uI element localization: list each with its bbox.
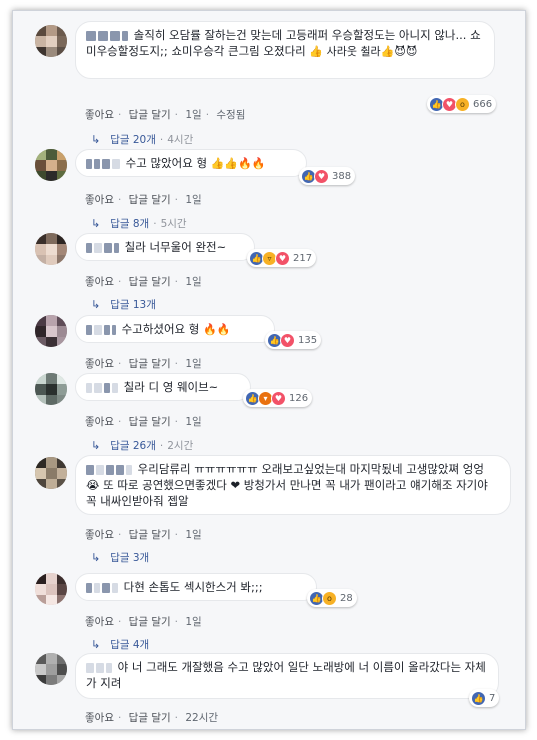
reaction-summary[interactable]: 👍 ▿ ♥ 217 — [247, 249, 317, 267]
like-button[interactable]: 좋아요 — [85, 109, 114, 121]
view-replies-link[interactable]: ↳ 답글 13개 — [91, 297, 156, 312]
reaction-summary[interactable]: 👍 7 — [469, 689, 500, 707]
comment-text: 우리담류리 ㅠㅠㅠㅠㅠㅠ 오래보고싶었는대 마지막됬네 고생많았쪄 엉엉 😭 또… — [86, 462, 488, 508]
comment-time[interactable]: 1일 — [185, 529, 201, 541]
like-button[interactable]: 좋아요 — [85, 712, 114, 724]
comment-actions: 좋아요 · 답글 달기 · 22시간 — [85, 712, 219, 724]
avatar[interactable] — [35, 457, 67, 489]
comment-text: 솔직히 오담률 잘하는건 맞는데 고등래퍼 우승할정도는 아니지 않나... 쇼… — [86, 28, 481, 58]
reaction-count: 388 — [332, 170, 352, 182]
love-reaction-icon: ♥ — [280, 332, 295, 348]
comment-text: 수고하셨어요 형 — [121, 322, 200, 336]
like-button[interactable]: 좋아요 — [85, 276, 114, 288]
like-button[interactable]: 좋아요 — [85, 616, 114, 628]
love-reaction-icon: ♥ — [275, 250, 290, 266]
comment-text: 야 너 그래도 개잘했음 수고 많았어 일단 노래방에 너 이름이 올라갔다는 … — [86, 660, 486, 690]
reply-button[interactable]: 답글 달기 — [129, 276, 171, 288]
comment-time[interactable]: 1일 — [185, 276, 201, 288]
reply-button[interactable]: 답글 달기 — [129, 529, 171, 541]
comment-text: 다현 손톱도 섹시한스거 봐;;; — [123, 580, 263, 594]
love-reaction-icon: ♥ — [314, 168, 329, 184]
comment-actions: 좋아요 · 답글 달기 · 1일 — [85, 529, 202, 541]
love-reaction-icon: ♥ — [271, 390, 286, 406]
reply-button[interactable]: 답글 달기 — [129, 358, 171, 370]
edited-label[interactable]: 수정됨 — [216, 109, 245, 121]
comment-bubble: 야 너 그래도 개잘했음 수고 많았어 일단 노래방에 너 이름이 올라갔다는 … — [75, 653, 499, 699]
view-replies-link[interactable]: ↳ 답글 26개 · 2시간 — [91, 438, 193, 453]
reply-arrow-icon: ↳ — [91, 439, 101, 452]
reply-arrow-icon: ↳ — [91, 217, 101, 230]
comments-panel: 솔직히 오담률 잘하는건 맞는데 고등래퍼 우승할정도는 아니지 않나... 쇼… — [12, 10, 526, 730]
reaction-summary[interactable]: 👍 ♥ 135 — [265, 331, 322, 349]
comment-emoji: 👍 사라웃 췰라👍😈😈 — [309, 45, 418, 58]
avatar[interactable] — [35, 573, 67, 605]
comment-actions: 좋아요 · 답글 달기 · 1일 — [85, 358, 202, 370]
comment-actions: 좋아요 · 답글 달기 · 1일 — [85, 194, 202, 206]
comment-bubble: 수고하셨어요 형 🔥🔥 — [75, 315, 275, 343]
view-replies-link[interactable]: ↳ 답글 4개 — [91, 637, 149, 652]
comment-time[interactable]: 22시간 — [185, 712, 218, 724]
reply-arrow-icon: ↳ — [91, 638, 101, 651]
reply-button[interactable]: 답글 달기 — [129, 416, 171, 428]
reaction-count: 217 — [293, 252, 313, 264]
avatar[interactable] — [35, 315, 67, 347]
comment-bubble: 칠라 너무울어 완전~ — [75, 233, 255, 261]
comment-bubble: 수고 많았어요 형 👍👍🔥🔥 — [75, 149, 307, 177]
reaction-summary[interactable]: 👍 ♥ 388 — [299, 167, 356, 185]
avatar[interactable] — [35, 653, 67, 685]
comment-text: 칠라 디 영 웨이브~ — [123, 380, 219, 394]
reply-button[interactable]: 답글 달기 — [129, 109, 171, 121]
avatar[interactable] — [35, 149, 67, 181]
reply-arrow-icon: ↳ — [91, 298, 101, 311]
reply-button[interactable]: 답글 달기 — [129, 616, 171, 628]
comment-bubble: 다현 손톱도 섹시한스거 봐;;; — [75, 573, 317, 601]
like-button[interactable]: 좋아요 — [85, 358, 114, 370]
like-button[interactable]: 좋아요 — [85, 529, 114, 541]
comment-text: 수고 많았어요 형 — [125, 156, 208, 170]
reaction-count: 7 — [489, 692, 496, 704]
reply-arrow-icon: ↳ — [91, 133, 101, 146]
reaction-count: 135 — [298, 334, 318, 346]
comment-time[interactable]: 1일 — [185, 109, 201, 121]
reply-button[interactable]: 답글 달기 — [129, 712, 171, 724]
wow-reaction-icon: o — [455, 96, 470, 112]
comment-time[interactable]: 1일 — [185, 616, 201, 628]
reply-button[interactable]: 답글 달기 — [129, 194, 171, 206]
reaction-count: 666 — [473, 98, 493, 110]
comment-actions: 좋아요 · 답글 달기 · 1일 — [85, 276, 202, 288]
view-replies-link[interactable]: ↳ 답글 3개 — [91, 550, 149, 565]
like-reaction-icon: 👍 — [471, 690, 486, 706]
comment-text: 칠라 너무울어 완전~ — [124, 240, 227, 254]
comment-bubble: 솔직히 오담률 잘하는건 맞는데 고등래퍼 우승할정도는 아니지 않나... 쇼… — [75, 21, 495, 79]
comment-time[interactable]: 1일 — [185, 194, 201, 206]
wow-reaction-icon: o — [322, 590, 337, 606]
comment-bubble: 칠라 디 영 웨이브~ — [75, 373, 251, 401]
view-replies-link[interactable]: ↳ 답글 20개 · 4시간 — [91, 132, 193, 147]
reaction-summary[interactable]: 👍 o 28 — [307, 589, 357, 607]
avatar[interactable] — [35, 25, 67, 57]
comment-time[interactable]: 1일 — [185, 416, 201, 428]
reaction-count: 126 — [289, 392, 309, 404]
reaction-count: 28 — [340, 592, 353, 604]
reaction-summary[interactable]: 👍 ♥ o 666 — [427, 95, 497, 113]
reaction-summary[interactable]: 👍 ▾ ♥ 126 — [243, 389, 313, 407]
view-replies-link[interactable]: ↳ 답글 8개 · 5시간 — [91, 216, 187, 231]
comment-emoji: 👍👍🔥🔥 — [210, 157, 266, 170]
avatar[interactable] — [35, 233, 67, 265]
comment-actions: 좋아요 · 답글 달기 · 1일 — [85, 416, 202, 428]
comment-bubble: 우리담류리 ㅠㅠㅠㅠㅠㅠ 오래보고싶었는대 마지막됬네 고생많았쪄 엉엉 😭 또… — [75, 455, 511, 515]
comment-time[interactable]: 1일 — [185, 358, 201, 370]
like-button[interactable]: 좋아요 — [85, 416, 114, 428]
like-button[interactable]: 좋아요 — [85, 194, 114, 206]
comment-actions: 좋아요 · 답글 달기 · 1일 · 수정됨 — [85, 109, 246, 121]
reply-arrow-icon: ↳ — [91, 551, 101, 564]
comment-emoji: 🔥🔥 — [203, 323, 231, 336]
avatar[interactable] — [35, 373, 67, 405]
comment-actions: 좋아요 · 답글 달기 · 1일 — [85, 616, 202, 628]
